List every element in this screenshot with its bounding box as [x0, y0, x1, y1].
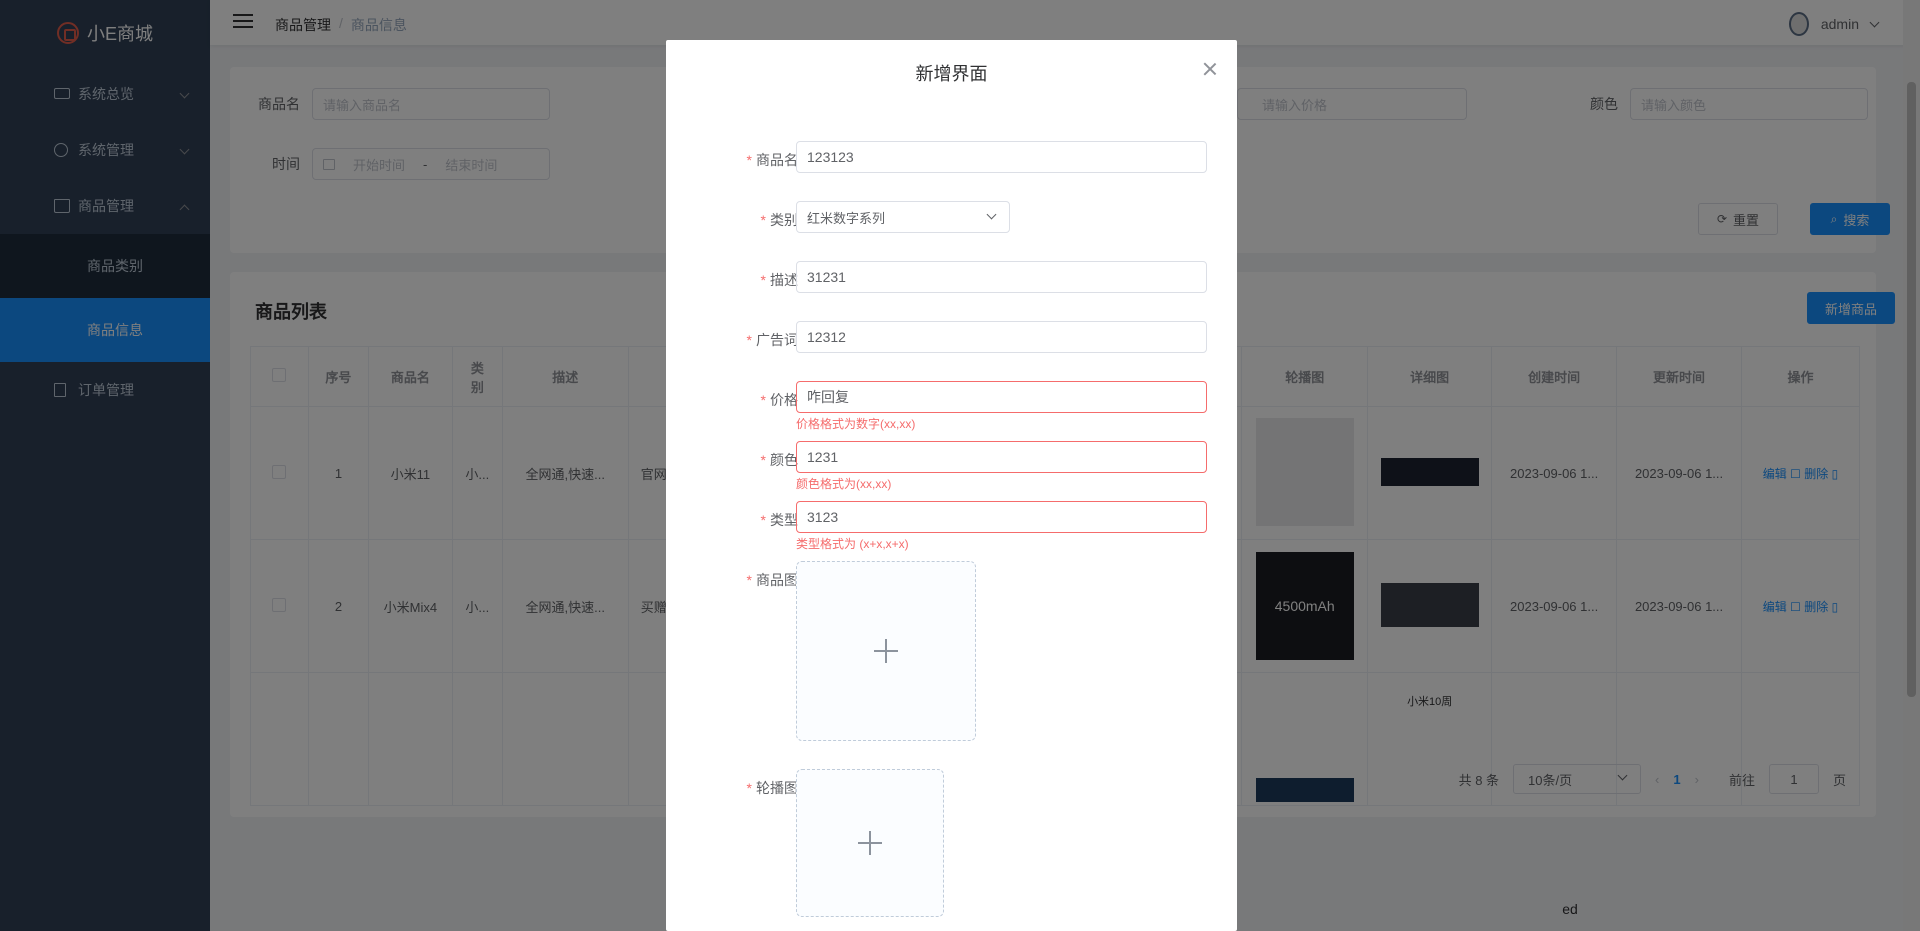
close-icon[interactable] — [1203, 62, 1217, 76]
category-select-value: 红米数字系列 — [807, 210, 886, 226]
dialog-title: 新增界面 — [915, 64, 988, 84]
carousel-image-upload[interactable] — [796, 769, 944, 917]
category-select[interactable]: 红米数字系列 — [796, 201, 1010, 233]
type-input[interactable]: 3123 — [796, 501, 1207, 533]
chevron-down-icon — [986, 209, 997, 220]
form-label: * 类别 — [760, 212, 798, 228]
form-label: * 价格 — [760, 392, 798, 408]
form-label: * 颜色 — [760, 452, 798, 468]
plus-icon — [874, 639, 898, 663]
type-error: 类型格式为 (x+x,x+x) — [796, 537, 909, 551]
color-error: 颜色格式为(xx,xx) — [796, 477, 892, 491]
form-label: * 类型 — [760, 512, 798, 528]
plus-icon — [858, 831, 882, 855]
form-label: * 轮播图 — [746, 780, 798, 796]
price-error: 价格格式为数字(xx,xx) — [796, 417, 916, 431]
price-input[interactable]: 咋回复 — [796, 381, 1207, 413]
color-input[interactable]: 1231 — [796, 441, 1207, 473]
product-name-input[interactable]: 123123 — [796, 141, 1207, 173]
add-product-dialog: 新增界面 * 商品名 123123 * 类别 红米数字系列 * 描述 31231 * 广… — [666, 40, 1237, 931]
description-input[interactable]: 31231 — [796, 261, 1207, 293]
form-label: * 描述 — [760, 272, 798, 288]
form-label: * 广告词 — [746, 332, 798, 348]
product-image-upload[interactable] — [796, 561, 976, 741]
form-label: * 商品名 — [746, 152, 798, 168]
ad-slogan-input[interactable]: 12312 — [796, 321, 1207, 353]
form-label: * 商品图 — [746, 572, 798, 588]
